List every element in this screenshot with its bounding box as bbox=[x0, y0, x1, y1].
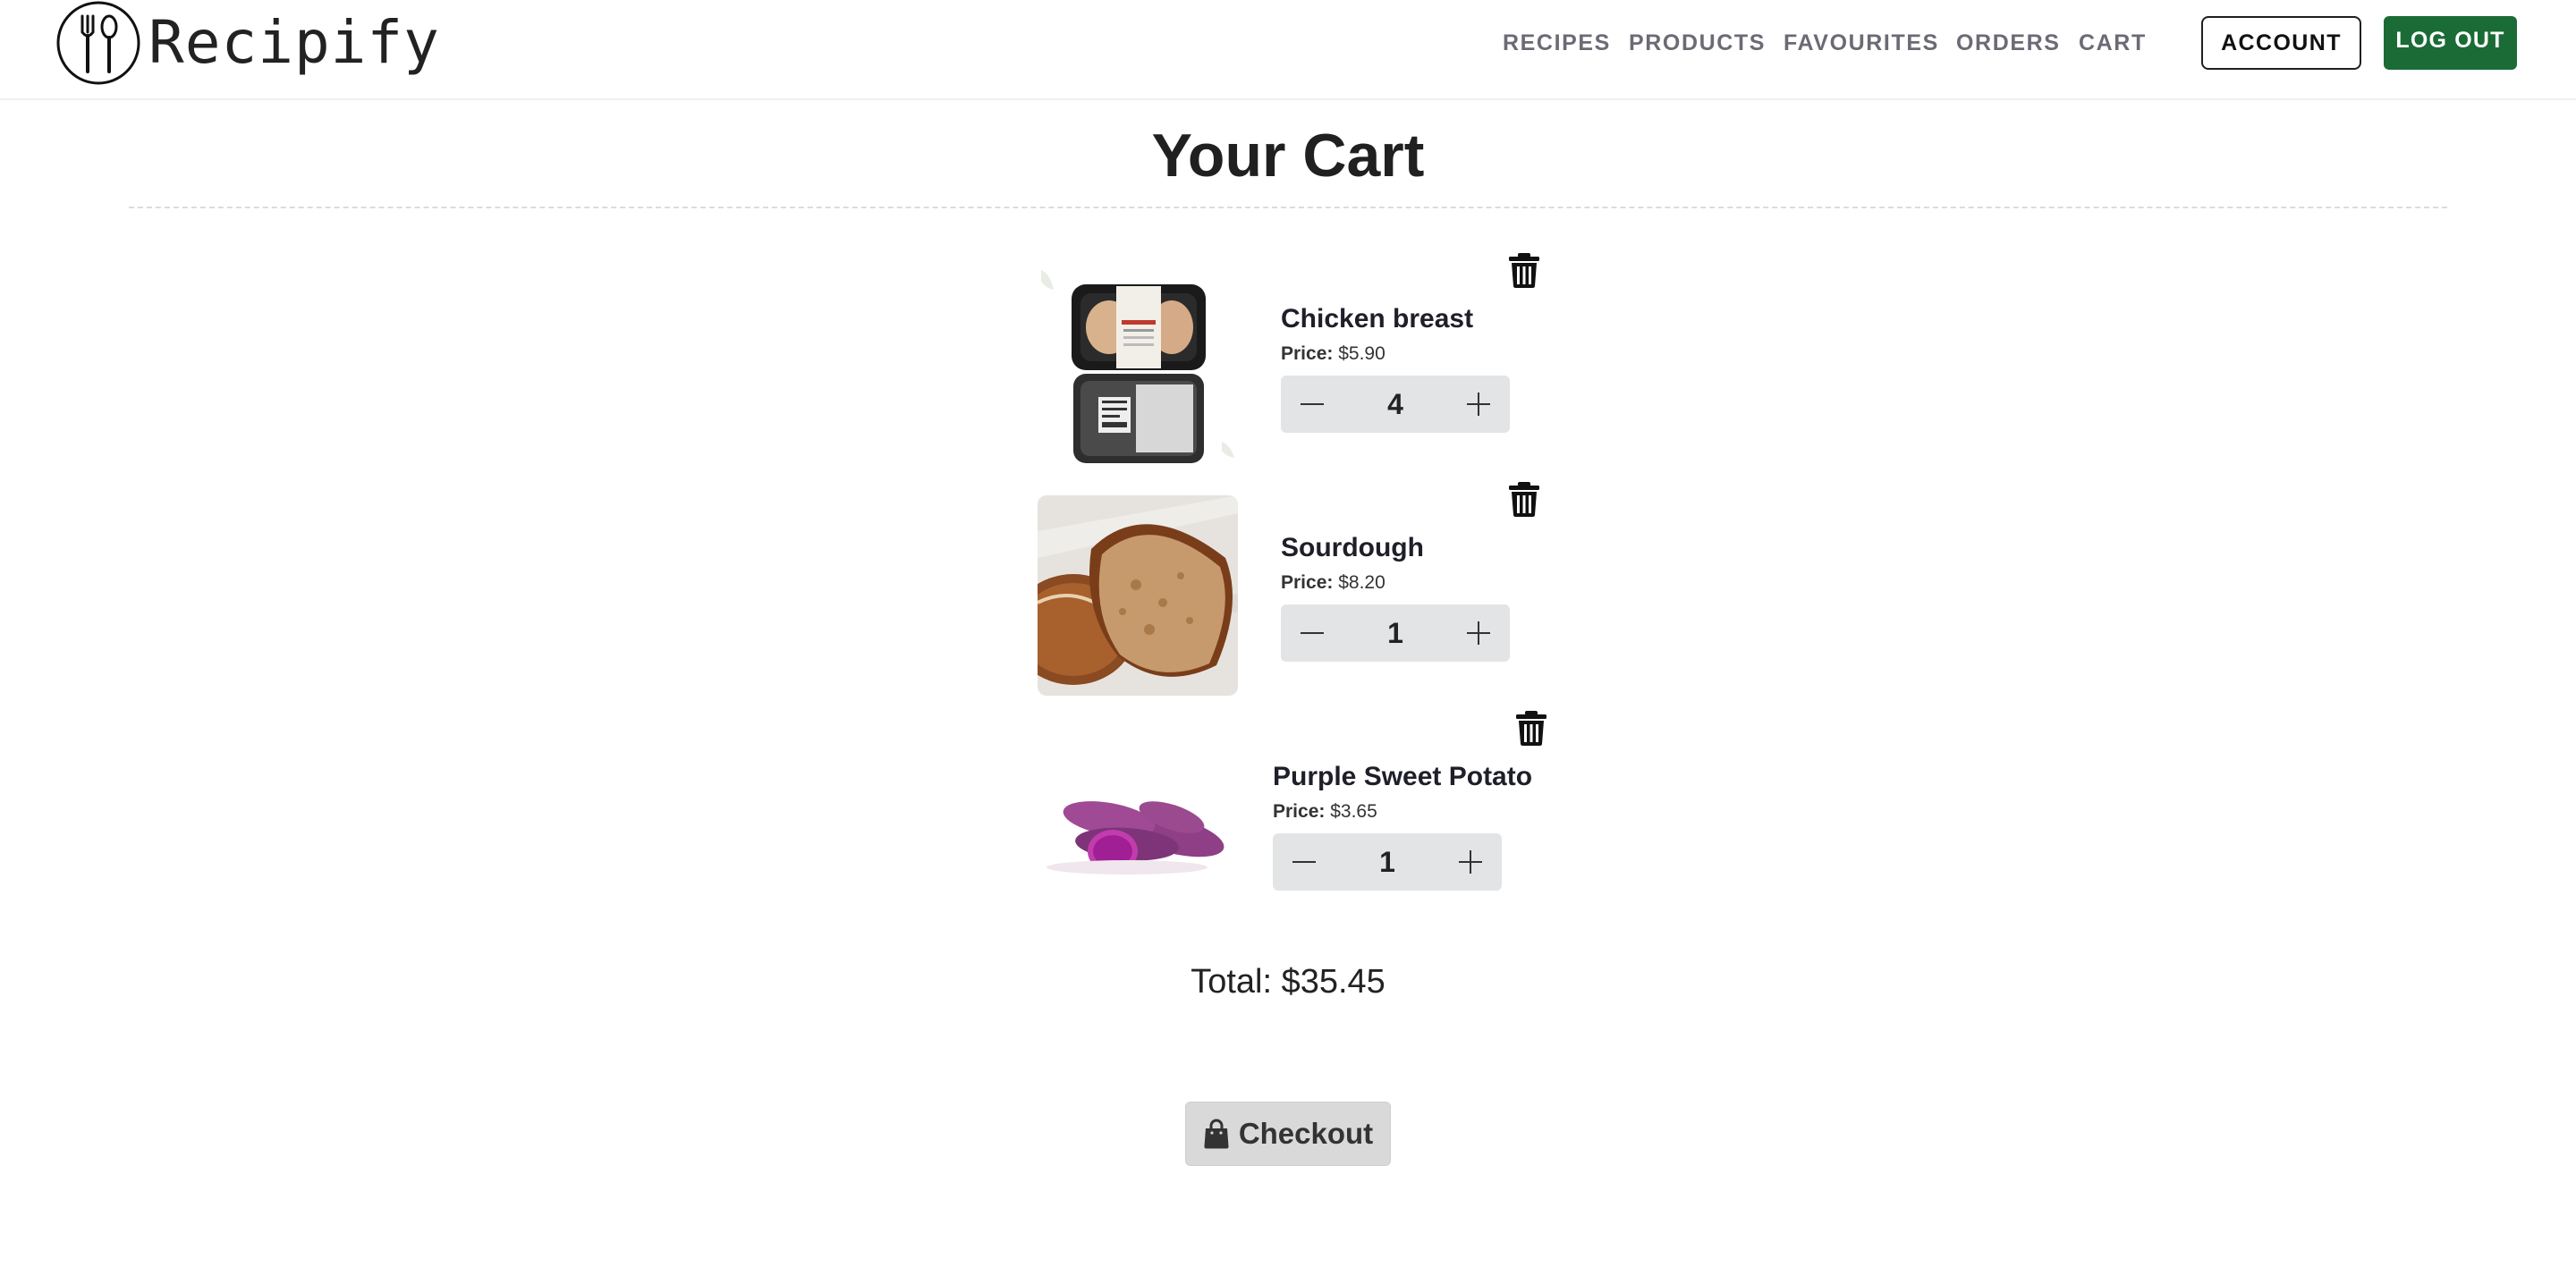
quantity-stepper: 4 bbox=[1281, 376, 1510, 433]
trash-icon bbox=[1516, 711, 1546, 746]
plus-icon bbox=[1459, 850, 1482, 874]
cart-total: Total: $35.45 bbox=[1191, 963, 1385, 1001]
nav-cart[interactable]: CART bbox=[2079, 0, 2147, 86]
page-title: Your Cart bbox=[1151, 122, 1425, 190]
trash-icon bbox=[1509, 253, 1539, 288]
quantity-value: 4 bbox=[1387, 387, 1403, 420]
price-value: $5.90 bbox=[1338, 343, 1385, 364]
product-image-purple-sweet-potato bbox=[1038, 724, 1238, 925]
delete-item-button[interactable] bbox=[1515, 710, 1547, 746]
minus-icon bbox=[1301, 632, 1324, 634]
purple-sweet-potato-photo bbox=[1038, 724, 1238, 925]
item-price: Price: $3.65 bbox=[1273, 801, 1377, 823]
decrease-quantity-button[interactable] bbox=[1281, 376, 1343, 433]
increase-quantity-button[interactable] bbox=[1439, 833, 1502, 891]
delete-item-button[interactable] bbox=[1508, 252, 1540, 288]
minus-icon bbox=[1301, 403, 1324, 405]
item-price: Price: $8.20 bbox=[1281, 572, 1385, 594]
nav-orders[interactable]: ORDERS bbox=[1956, 0, 2061, 86]
price-label: Price: bbox=[1273, 801, 1326, 822]
nav-favourites[interactable]: FAVOURITES bbox=[1784, 0, 1939, 86]
product-image-chicken-breast bbox=[1038, 266, 1238, 467]
site-header: Recipify RECIPES PRODUCTS FAVOURITES ORD… bbox=[0, 0, 2576, 100]
item-name: Purple Sweet Potato bbox=[1273, 762, 1533, 791]
cart-item: Chicken breast Price: $5.90 4 bbox=[1036, 252, 1555, 467]
plus-icon bbox=[1467, 393, 1490, 416]
increase-quantity-button[interactable] bbox=[1447, 604, 1510, 662]
quantity-value: 1 bbox=[1387, 616, 1403, 649]
cart-item: Sourdough Price: $8.20 1 bbox=[1036, 481, 1555, 696]
quantity-stepper: 1 bbox=[1281, 604, 1510, 662]
price-value: $8.20 bbox=[1338, 572, 1385, 593]
decrease-quantity-button[interactable] bbox=[1281, 604, 1343, 662]
item-name: Sourdough bbox=[1281, 533, 1424, 562]
packaged-chicken-breast-photo bbox=[1038, 266, 1238, 467]
price-label: Price: bbox=[1281, 572, 1334, 593]
item-name: Chicken breast bbox=[1281, 304, 1474, 334]
price-value: $3.65 bbox=[1330, 801, 1377, 822]
increase-quantity-button[interactable] bbox=[1447, 376, 1510, 433]
minus-icon bbox=[1292, 861, 1316, 863]
price-label: Price: bbox=[1281, 343, 1334, 364]
delete-item-button[interactable] bbox=[1508, 481, 1540, 517]
nav-products[interactable]: PRODUCTS bbox=[1629, 0, 1766, 86]
checkout-label: Checkout bbox=[1238, 1117, 1374, 1150]
product-image-sourdough bbox=[1038, 495, 1238, 696]
plus-icon bbox=[1467, 621, 1490, 645]
sourdough-loaf-photo bbox=[1038, 495, 1238, 696]
shopping-bag-icon bbox=[1204, 1119, 1229, 1149]
title-divider bbox=[129, 207, 2447, 208]
account-button[interactable]: ACCOUNT bbox=[2201, 16, 2361, 70]
item-price: Price: $5.90 bbox=[1281, 343, 1385, 365]
main-nav: RECIPES PRODUCTS FAVOURITES ORDERS CART bbox=[0, 0, 2576, 86]
quantity-value: 1 bbox=[1379, 845, 1395, 878]
cart-item: Purple Sweet Potato Price: $3.65 1 bbox=[1036, 710, 1555, 925]
quantity-stepper: 1 bbox=[1273, 833, 1502, 891]
checkout-button[interactable]: Checkout bbox=[1185, 1102, 1391, 1166]
decrease-quantity-button[interactable] bbox=[1273, 833, 1335, 891]
nav-recipes[interactable]: RECIPES bbox=[1503, 0, 1611, 86]
trash-icon bbox=[1509, 482, 1539, 517]
logout-button[interactable]: LOG OUT bbox=[2384, 16, 2517, 70]
